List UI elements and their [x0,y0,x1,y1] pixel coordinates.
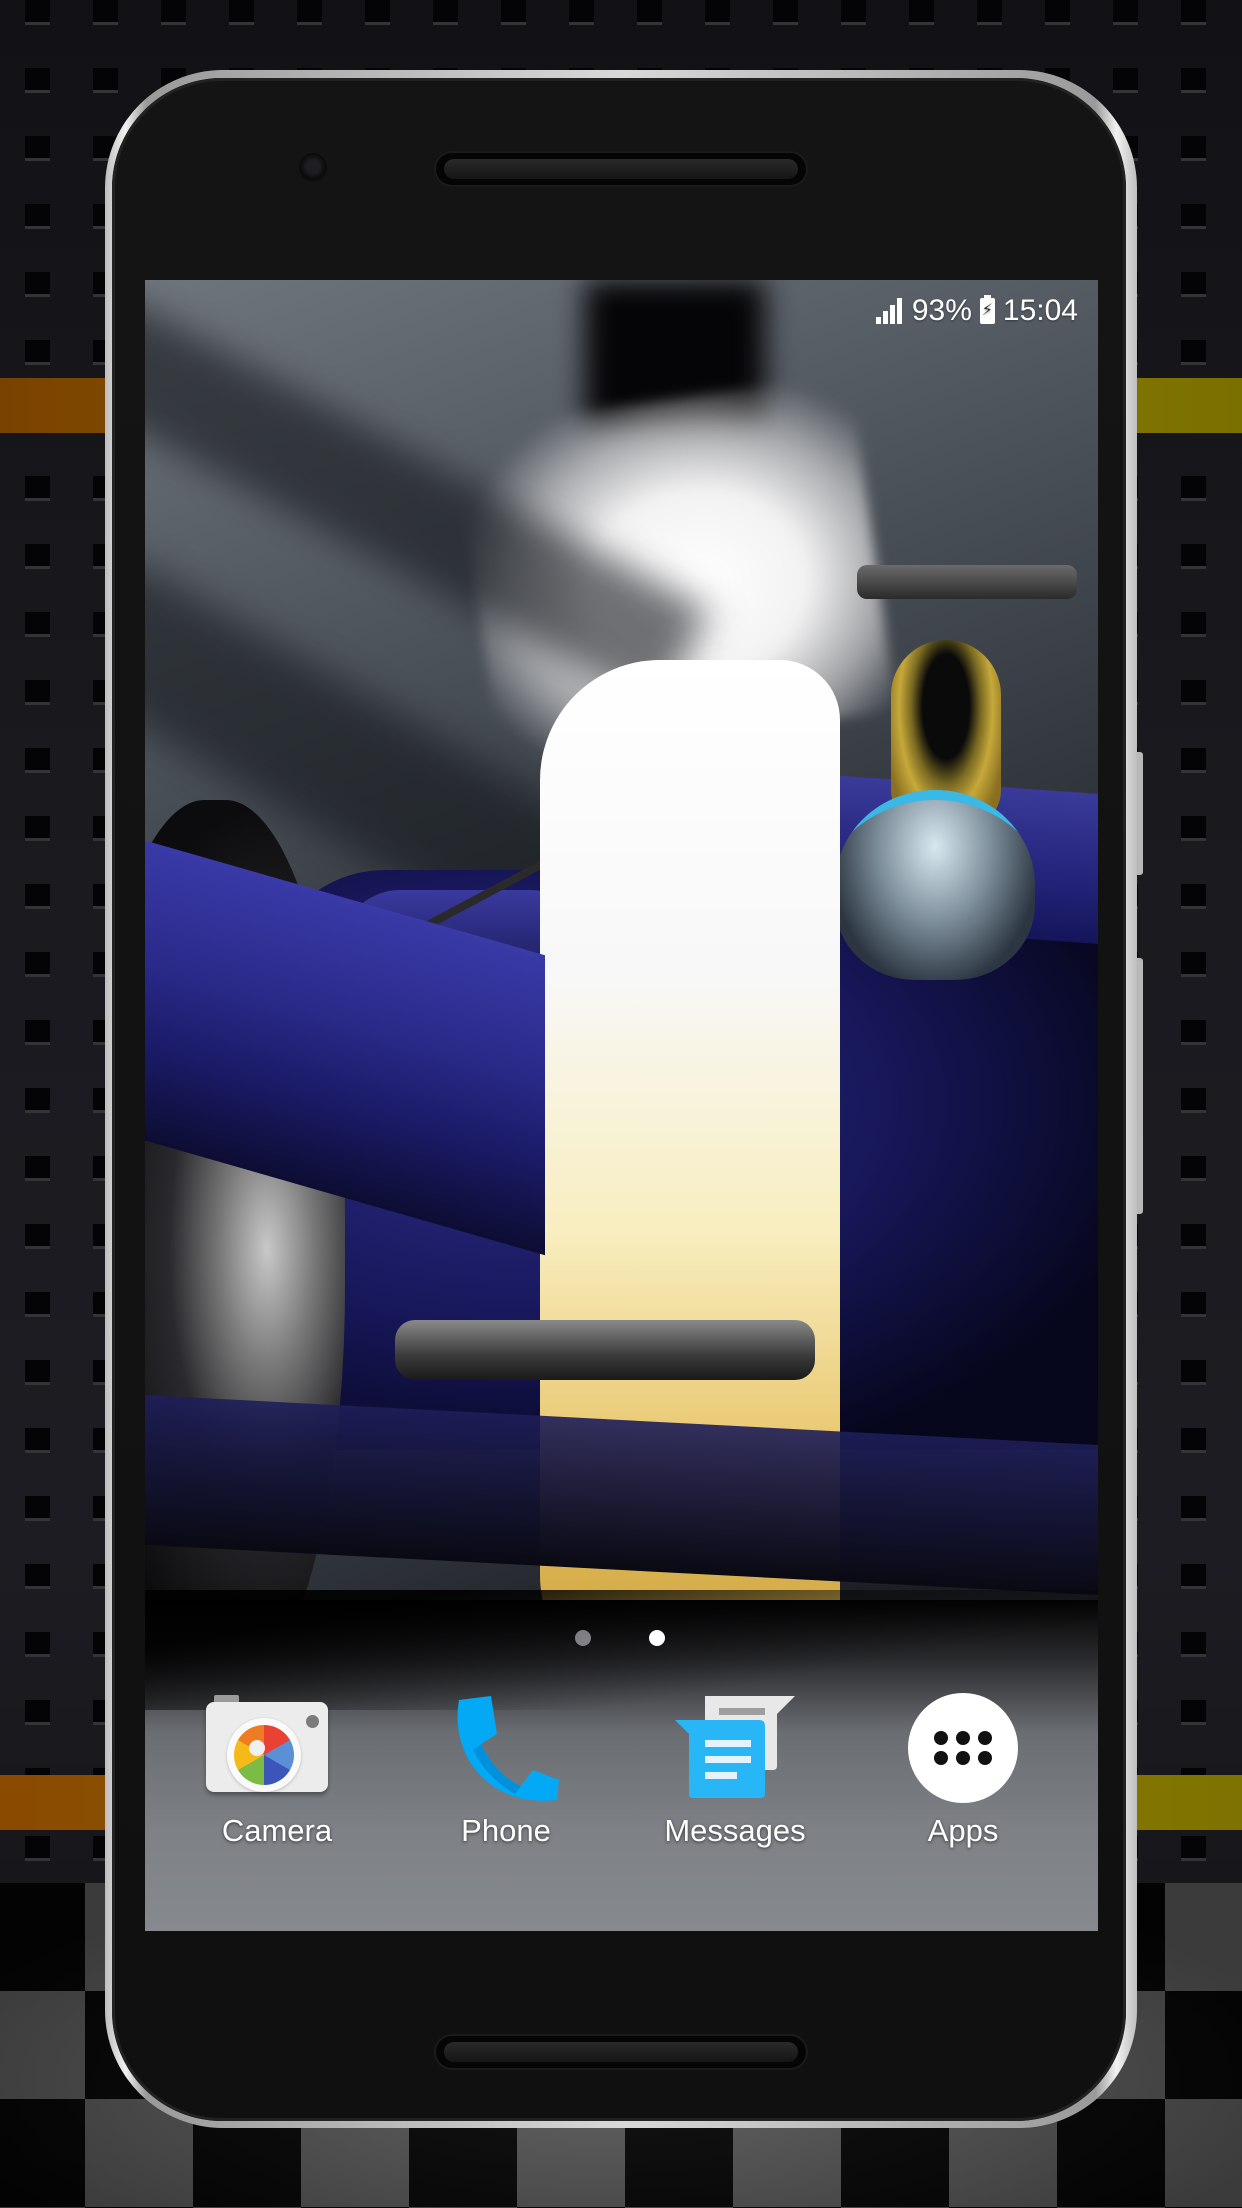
driver-helmet [835,790,1035,980]
camera-icon-aperture [234,1725,294,1785]
dock-apps[interactable]: Apps [863,1690,1063,1860]
status-bar: 93% ⚡ 15:04 [875,294,1078,328]
clock: 15:04 [1002,294,1078,327]
power-button [1137,752,1143,875]
dock-label-apps: Apps [927,1813,999,1848]
home-screen: 93% ⚡ 15:04 Camera Phone Messages Apps [145,280,1098,1931]
earpiece-speaker [436,153,806,185]
front-camera [299,153,327,183]
page-indicator-2[interactable] [649,1630,665,1646]
battery-charging-icon: ⚡ [979,295,995,324]
car-camera-pod [857,565,1077,599]
dock-label-messages: Messages [664,1813,806,1848]
bottom-speaker [436,2036,806,2068]
dock-phone[interactable]: Phone [406,1690,606,1860]
signal-bars-icon [875,298,904,324]
dock-label-phone: Phone [461,1813,551,1848]
camera-icon-flash [306,1715,319,1728]
volume-button [1137,958,1143,1214]
phone-icon [457,1696,559,1801]
battery-percent: 93% [911,294,972,327]
dock-messages[interactable]: Messages [635,1690,835,1860]
charging-bolt: ⚡ [981,302,994,319]
camera-icon-center [249,1740,265,1756]
dock-label-camera: Camera [221,1813,333,1848]
wallpaper [145,280,1098,1931]
app-drawer-icon [908,1693,1018,1803]
car-front-bar [395,1320,815,1380]
camera-icon-lens [227,1718,301,1792]
dock-camera[interactable]: Camera [177,1690,377,1860]
messages-icon [675,1696,795,1798]
page-indicator-1[interactable] [575,1630,591,1646]
